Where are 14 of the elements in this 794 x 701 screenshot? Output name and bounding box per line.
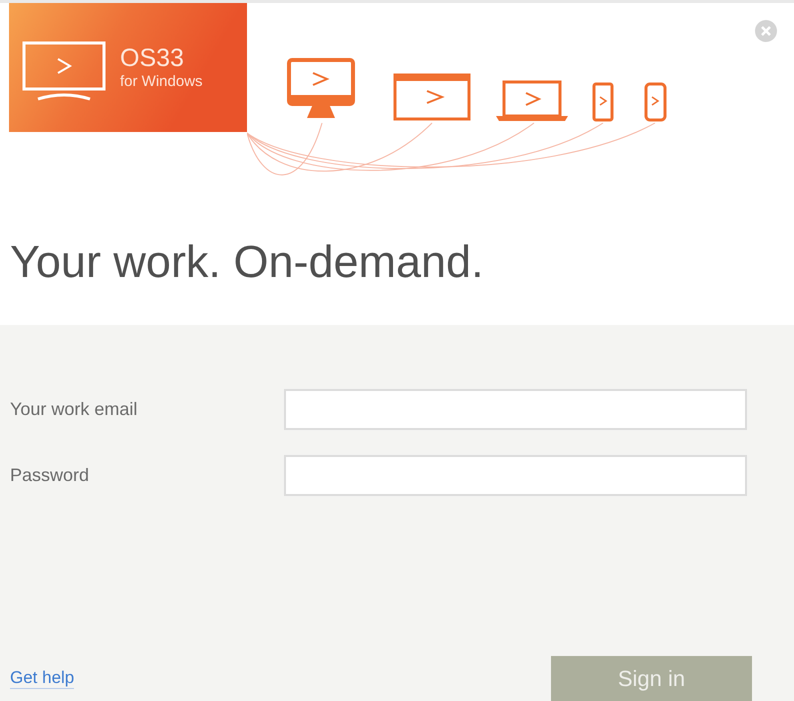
laptop-icon bbox=[496, 80, 568, 121]
input-field[interactable] bbox=[284, 389, 747, 430]
field-label: Password bbox=[10, 465, 90, 486]
field-label: Your work email bbox=[10, 399, 138, 420]
logo-subtitle: for Windows bbox=[120, 72, 203, 92]
close-icon[interactable] bbox=[754, 19, 778, 43]
input-field[interactable] bbox=[284, 455, 747, 496]
browser-window-icon bbox=[394, 74, 470, 120]
monitor-icon bbox=[287, 58, 355, 118]
phone-icon bbox=[592, 82, 614, 122]
help-link[interactable]: Get help bbox=[10, 668, 74, 689]
logo-title: OS33 bbox=[120, 44, 185, 72]
phone-icon bbox=[644, 82, 666, 122]
headline: Your work. On-demand. bbox=[10, 237, 485, 287]
